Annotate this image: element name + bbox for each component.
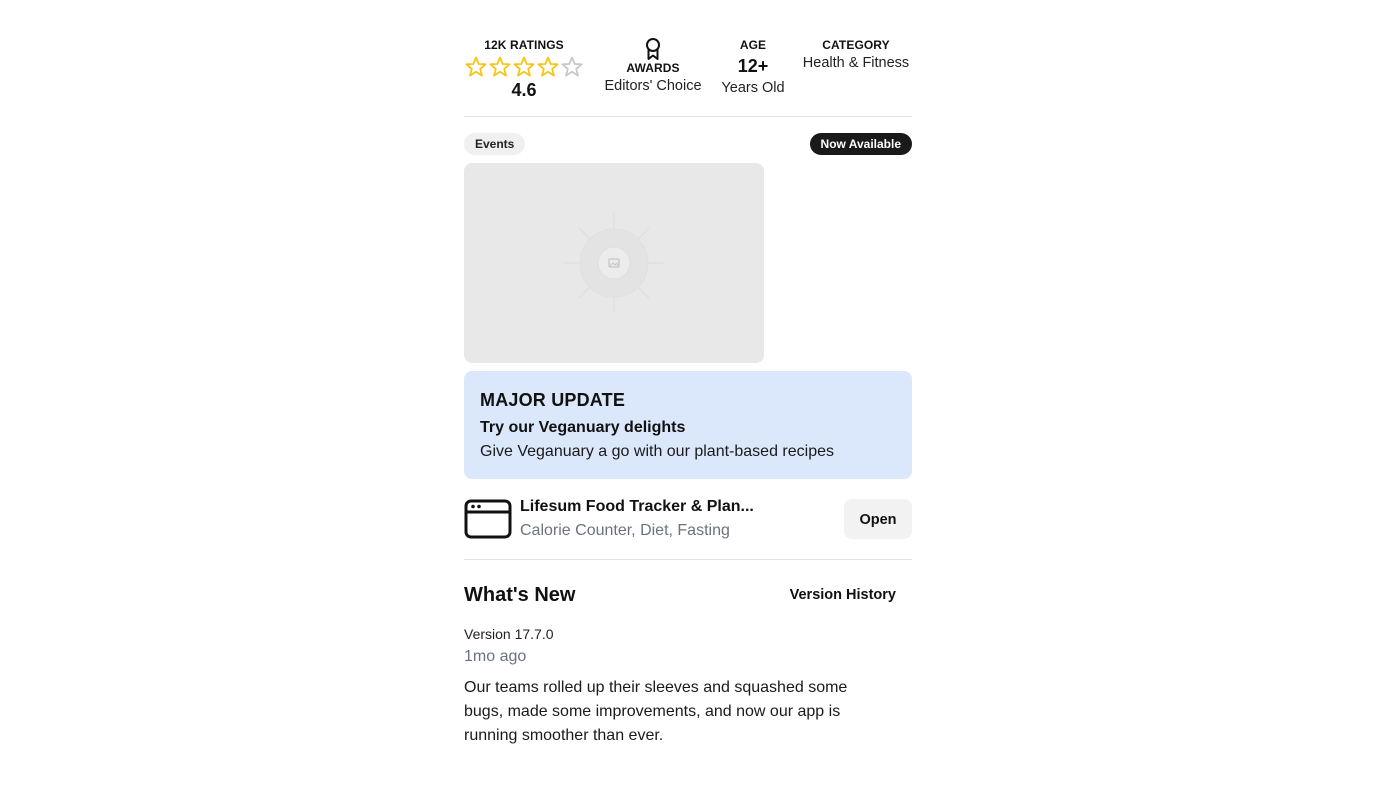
event-image[interactable] [464,163,764,363]
image-placeholder-icon [564,213,664,313]
awards-value: Editors' Choice [604,78,702,94]
star-filled-icon [537,56,559,77]
age-label: AGE [739,38,767,52]
category-label: CATEGORY [822,38,890,52]
app-name: Lifesum Food Tracker & Plan... [520,498,754,515]
event-title: Try our Veganuary delights [480,419,686,436]
star-filled-icon [489,56,511,77]
award-icon [646,38,660,60]
star-filled-icon [513,56,535,77]
ratings-label: 12K RATINGS [484,38,564,52]
awards-label: AWARDS [626,61,680,75]
events-header: Events Now Available [464,132,912,156]
awards-stat: AWARDS Editors' Choice [598,38,708,94]
app-window-icon [464,499,512,539]
whats-new-title: What's New [464,584,576,606]
event-type: MAJOR UPDATE [480,390,626,410]
rating-value: 4.6 [511,80,537,100]
stats-row: 12K RATINGS 4.6 AWARDS Editors' Choice A… [464,38,912,117]
category-stat[interactable]: CATEGORY Health & Fitness [800,38,912,71]
events-tag: Events [464,133,526,155]
age-stat: AGE 12+ Years Old [718,38,788,96]
version-history-link[interactable]: Version History [790,587,896,603]
open-button[interactable]: Open [844,499,912,539]
now-available-badge: Now Available [809,133,912,155]
category-value: Health & Fitness [802,55,910,71]
app-row[interactable]: Lifesum Food Tracker & Plan... Calorie C… [464,490,912,560]
ratings-stat: 12K RATINGS 4.6 [464,38,584,101]
age-sub: Years Old [721,80,785,96]
age-value: 12+ [737,56,769,76]
release-notes: Our teams rolled up their sleeves and sq… [464,679,848,744]
version-number: Version 17.7.0 [464,626,554,642]
app-subtitle: Calorie Counter, Diet, Fasting [520,522,730,539]
event-card[interactable]: MAJOR UPDATE Try our Veganuary delights … [464,371,912,479]
rating-stars [464,55,584,79]
event-description: Give Veganuary a go with our plant-based… [480,443,834,460]
star-empty-icon [561,56,583,77]
version-date: 1mo ago [464,648,527,665]
star-filled-icon [465,56,487,77]
